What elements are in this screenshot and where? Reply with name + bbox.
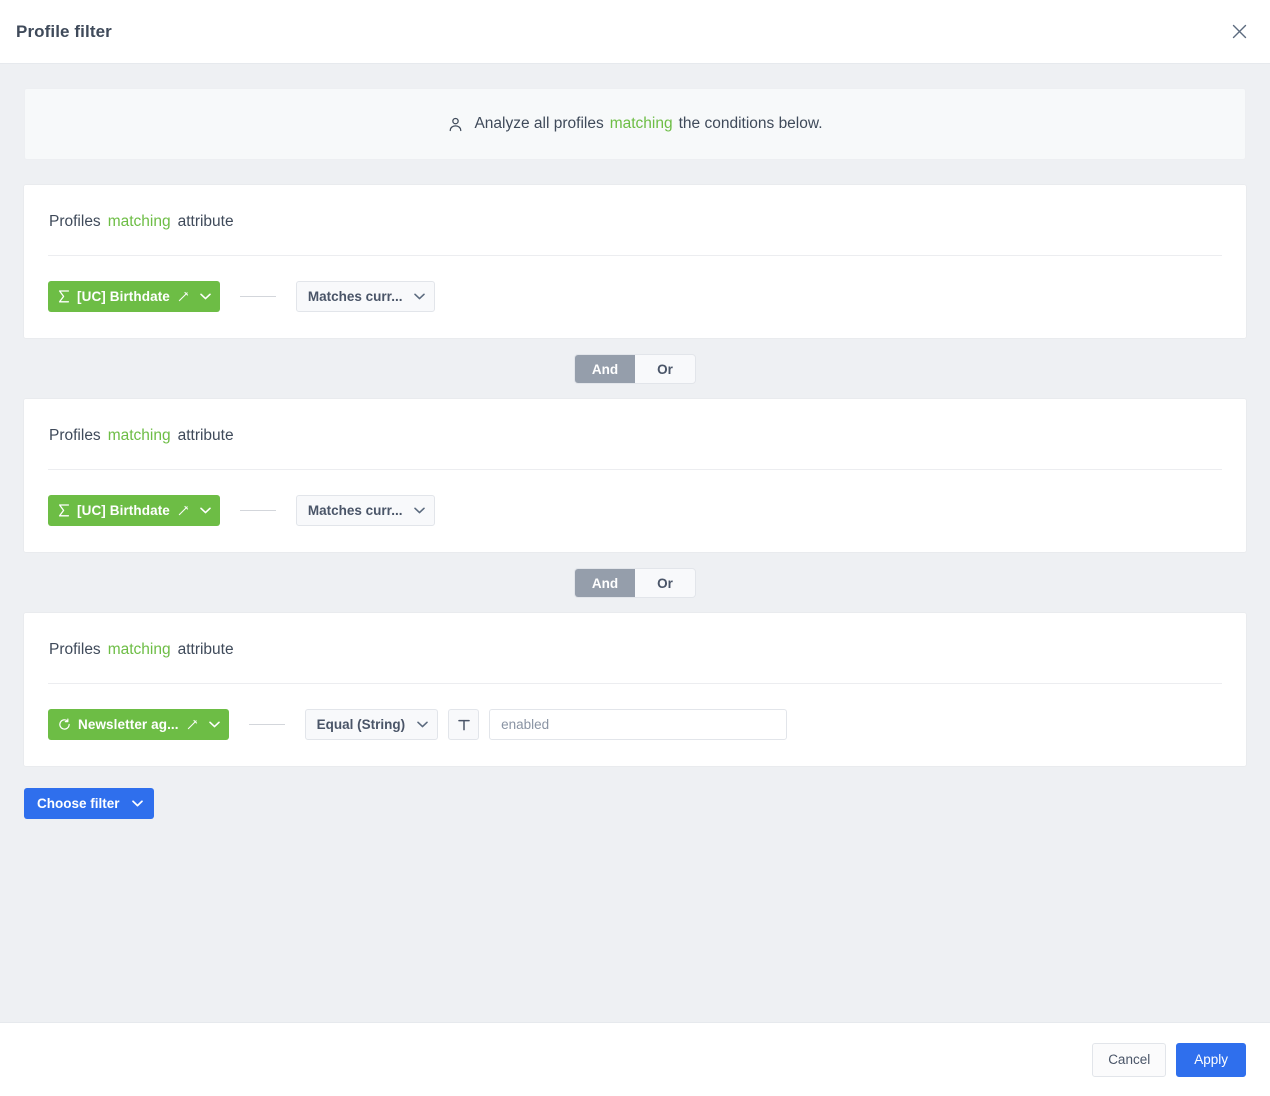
choose-filter-group: Choose filter [24, 766, 1246, 819]
choose-filter-label: Choose filter [37, 796, 120, 811]
page-title: Profile filter [16, 22, 112, 42]
condition-title: Profiles matching attribute [48, 213, 1222, 231]
operator-select[interactable]: Matches curr... [296, 495, 436, 526]
joiner-group: And Or [24, 552, 1246, 613]
joiner-and-button[interactable]: And [575, 569, 635, 597]
condition-row: [UC] Birthdate Matches [48, 470, 1222, 526]
operator-label: Matches curr... [308, 289, 403, 304]
condition-title-highlight: matching [108, 213, 171, 231]
info-banner: Analyze all profiles matching the condit… [24, 88, 1246, 160]
joiner-group: And Or [24, 338, 1246, 399]
condition-card: Profiles matching attribute [UC] Birthda… [24, 399, 1246, 552]
profile-filter-dialog: Profile filter Analyze all profiles matc… [0, 0, 1270, 1096]
pencil-icon[interactable] [187, 719, 198, 730]
person-icon [447, 116, 464, 133]
operator-select[interactable]: Matches curr... [296, 281, 436, 312]
chevron-down-icon[interactable] [200, 507, 211, 514]
connector-line [240, 510, 276, 511]
condition-row: Newsletter ag... Equal [48, 684, 1222, 740]
sigma-icon [58, 290, 70, 303]
joiner-or-button[interactable]: Or [635, 569, 695, 597]
close-glyph [1232, 24, 1247, 39]
value-input[interactable] [489, 709, 787, 740]
chevron-down-icon [417, 721, 428, 728]
cancel-button[interactable]: Cancel [1092, 1043, 1166, 1077]
condition-title-prefix: Profiles [49, 641, 101, 659]
apply-button[interactable]: Apply [1176, 1043, 1246, 1077]
attribute-label: [UC] Birthdate [77, 503, 170, 518]
attribute-pill[interactable]: [UC] Birthdate [48, 281, 220, 312]
chevron-down-icon [414, 293, 425, 300]
condition-title-suffix: attribute [178, 641, 234, 659]
dialog-header: Profile filter [0, 0, 1270, 64]
condition-title-highlight: matching [108, 427, 171, 445]
condition-title-suffix: attribute [178, 427, 234, 445]
joiner-or-button[interactable]: Or [635, 355, 695, 383]
connector-line [249, 724, 285, 725]
joiner-and-button[interactable]: And [575, 355, 635, 383]
operator-label: Matches curr... [308, 503, 403, 518]
condition-title: Profiles matching attribute [48, 641, 1222, 659]
refresh-circle-icon [58, 718, 71, 731]
pencil-icon[interactable] [178, 505, 189, 516]
value-type-button[interactable] [448, 709, 479, 740]
condition-title-suffix: attribute [178, 213, 234, 231]
choose-filter-button[interactable]: Choose filter [24, 788, 154, 819]
operator-select[interactable]: Equal (String) [305, 709, 439, 740]
sigma-icon [58, 504, 70, 517]
banner-highlight: matching [610, 115, 673, 133]
condition-title-prefix: Profiles [49, 427, 101, 445]
operator-label: Equal (String) [317, 717, 406, 732]
dialog-body: Analyze all profiles matching the condit… [0, 64, 1270, 1022]
condition-title-prefix: Profiles [49, 213, 101, 231]
connector-line [240, 296, 276, 297]
and-or-toggle: And Or [575, 355, 695, 383]
attribute-pill[interactable]: [UC] Birthdate [48, 495, 220, 526]
close-icon[interactable] [1224, 17, 1254, 47]
condition-title: Profiles matching attribute [48, 427, 1222, 445]
attribute-pill[interactable]: Newsletter ag... [48, 709, 229, 740]
condition-row: [UC] Birthdate Matches [48, 256, 1222, 312]
chevron-down-icon[interactable] [209, 721, 220, 728]
chevron-down-icon [132, 800, 143, 807]
condition-card: Profiles matching attribute Newsletter a… [24, 613, 1246, 766]
condition-title-highlight: matching [108, 641, 171, 659]
chevron-down-icon [414, 507, 425, 514]
banner-text: Analyze all profiles matching the condit… [474, 115, 822, 133]
attribute-label: Newsletter ag... [78, 717, 179, 732]
chevron-down-icon[interactable] [200, 293, 211, 300]
attribute-label: [UC] Birthdate [77, 289, 170, 304]
dialog-footer: Cancel Apply [0, 1022, 1270, 1096]
condition-card: Profiles matching attribute [UC] Birthda… [24, 185, 1246, 338]
and-or-toggle: And Or [575, 569, 695, 597]
text-type-icon [457, 718, 471, 732]
pencil-icon[interactable] [178, 291, 189, 302]
banner-suffix: the conditions below. [679, 115, 823, 133]
banner-prefix: Analyze all profiles [474, 115, 603, 133]
